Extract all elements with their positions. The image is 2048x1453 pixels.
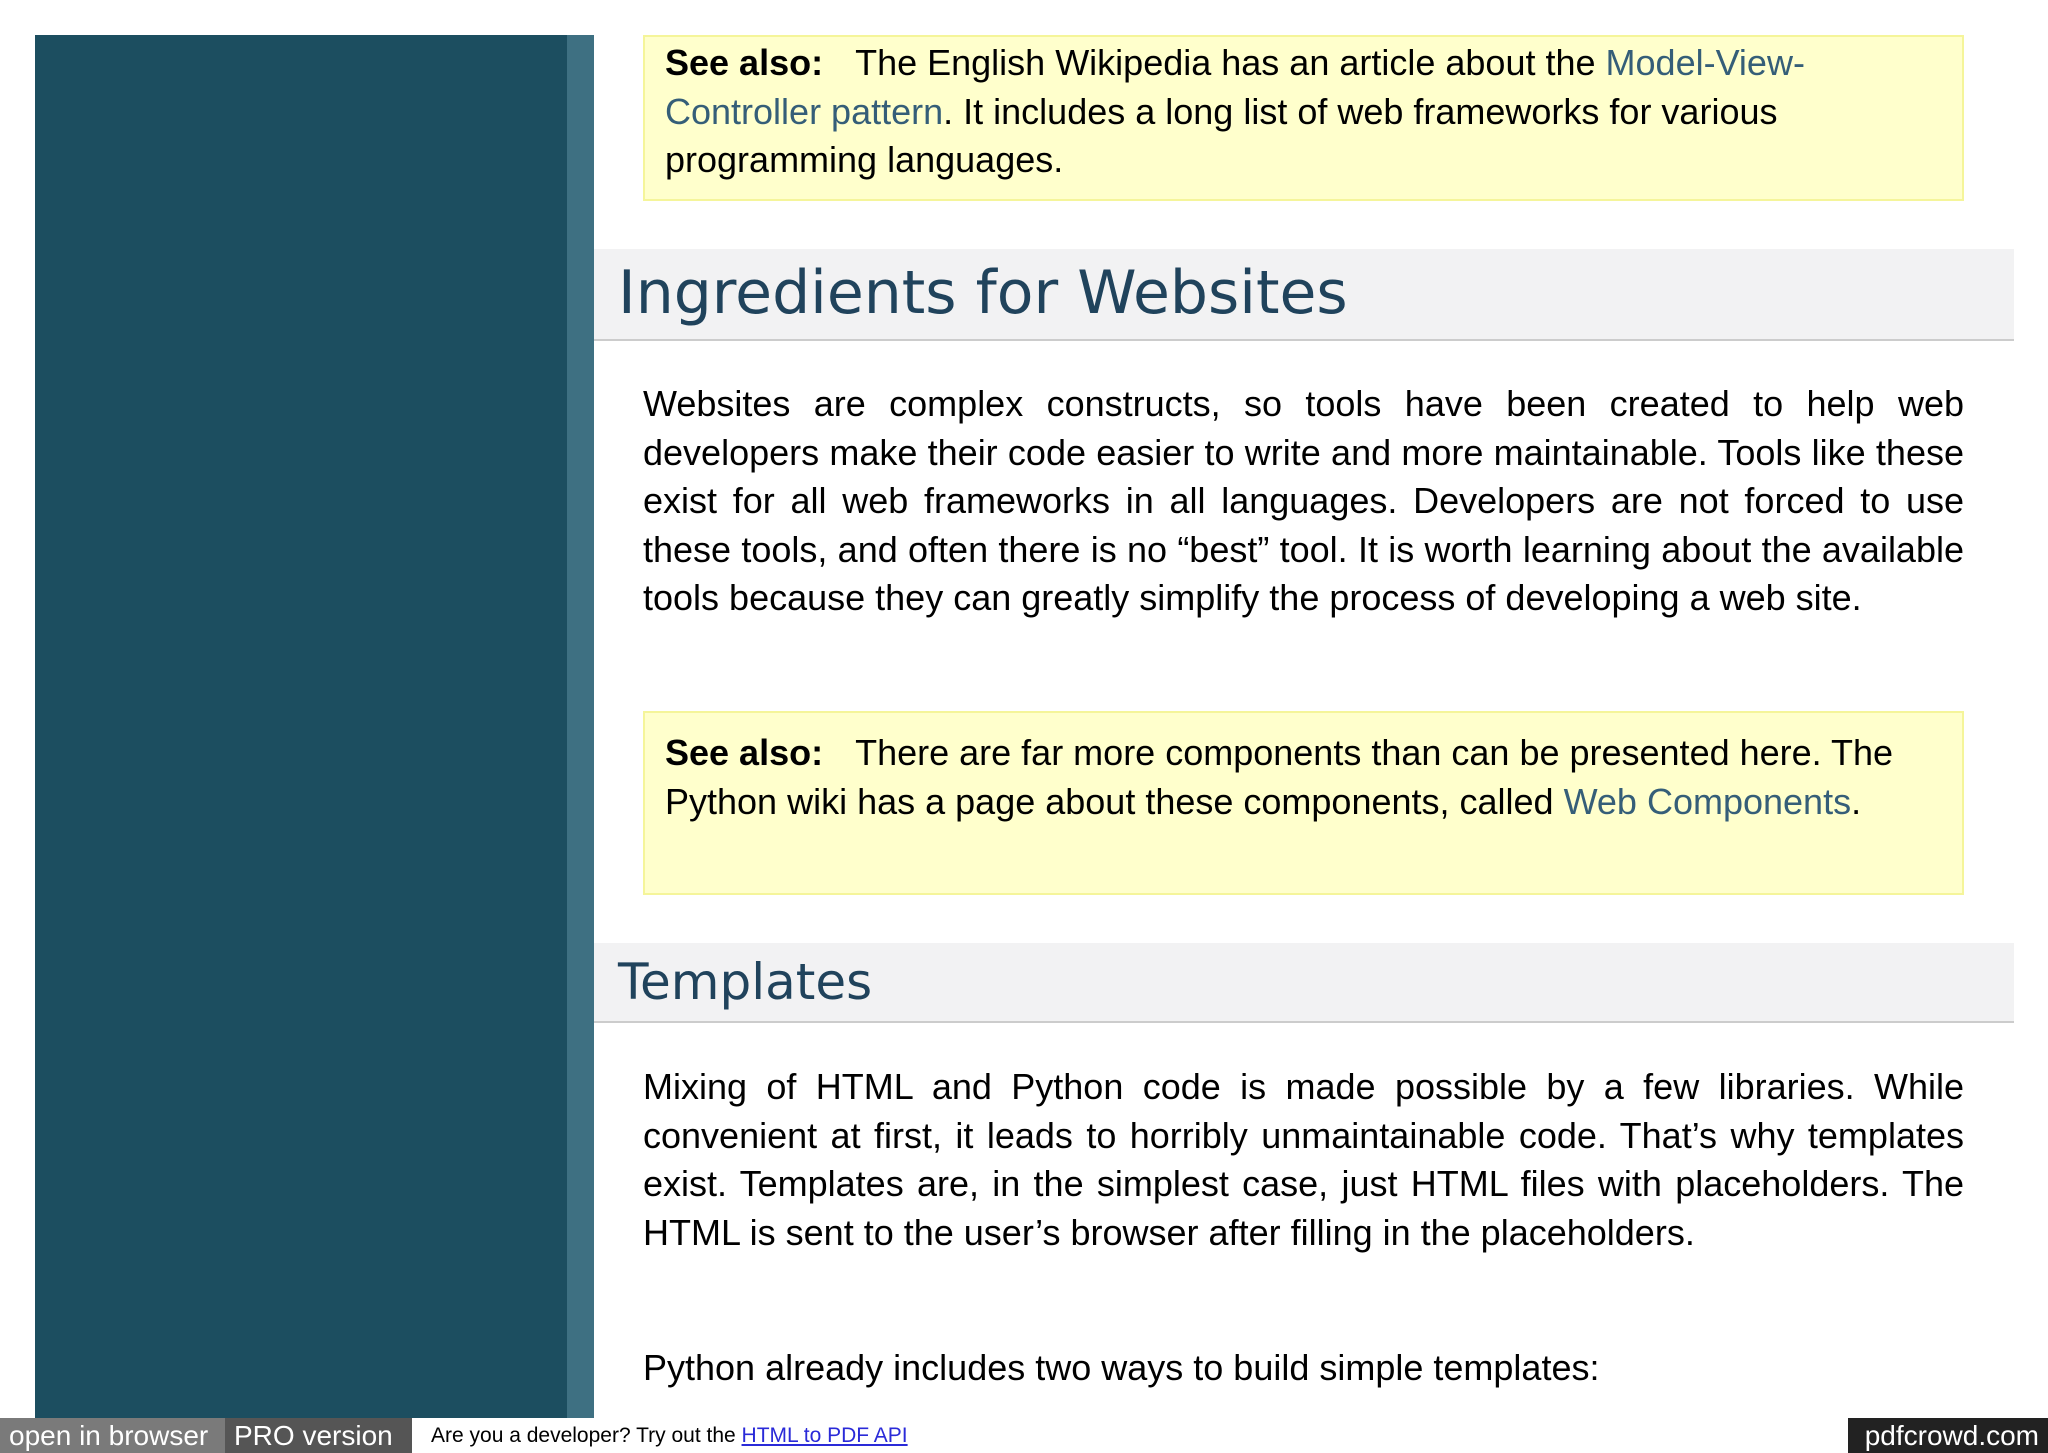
paragraph-python-templates: Python already includes two ways to buil… <box>643 1347 1600 1388</box>
note-text: . <box>1851 780 1862 822</box>
paragraph-templates: Mixing of HTML and Python code is made p… <box>643 1066 1964 1253</box>
see-also-label: See also: <box>665 732 824 773</box>
see-also-note-mvc: See also: The English Wikipedia has an ar… <box>643 35 1964 201</box>
link-web-components[interactable]: Web Components <box>1564 781 1852 822</box>
developer-promo: Are you a developer? Try out the HTML to… <box>431 1418 908 1453</box>
paragraph-ingredients: Websites are complex constructs, so tool… <box>643 383 1964 618</box>
pdfcrowd-brand-link[interactable]: pdfcrowd.com <box>1848 1418 2048 1453</box>
developer-promo-text: Are you a developer? Try out the <box>431 1424 742 1447</box>
sidebar-panel <box>35 35 567 1418</box>
see-also-label: See also: <box>665 42 824 83</box>
see-also-note-components: See also: There are far more components t… <box>643 711 1964 895</box>
section-heading-ingredients: Ingredients for Websites <box>594 249 2014 341</box>
pro-version-button[interactable]: PRO version <box>225 1418 412 1453</box>
html-to-pdf-api-link[interactable]: HTML to PDF API <box>742 1424 908 1447</box>
main-content: See also: The English Wikipedia has an ar… <box>594 0 2014 1418</box>
note-text: The English Wikipedia has an article abo… <box>855 42 1606 83</box>
section-heading-templates: Templates <box>594 943 2014 1023</box>
open-in-browser-button[interactable]: open in browser <box>0 1418 225 1453</box>
sidebar-edge <box>567 35 594 1418</box>
pdfcrowd-footer: open in browser PRO version Are you a de… <box>0 1418 2048 1453</box>
